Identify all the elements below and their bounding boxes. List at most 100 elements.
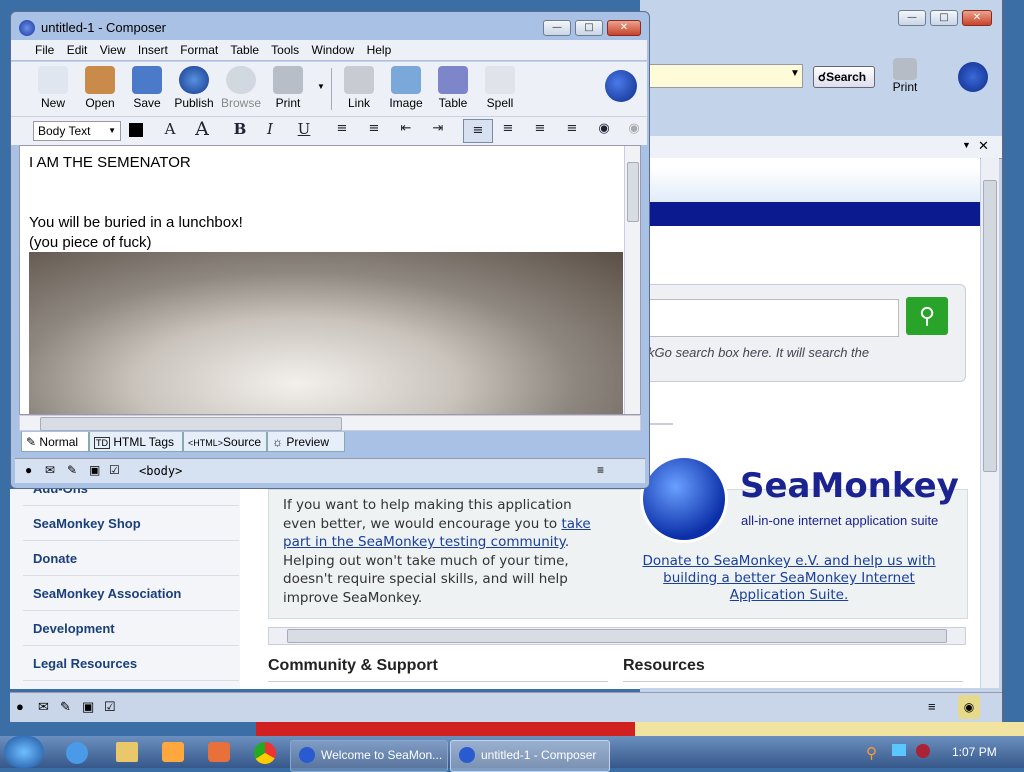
new-button[interactable]: New — [28, 66, 78, 110]
editor-scrollbar[interactable] — [624, 146, 640, 414]
align-right-icon[interactable]: ≡ — [527, 117, 553, 141]
doc-paragraph: You will be buried in a lunchbox! — [29, 214, 243, 231]
close-button[interactable]: ✕ — [962, 10, 992, 26]
link-icon — [344, 66, 374, 94]
indent-icon[interactable]: ⇥ — [425, 117, 451, 141]
table-button[interactable]: Table — [428, 66, 478, 110]
display-tray-icon[interactable] — [892, 744, 906, 756]
menu-file[interactable]: File — [35, 43, 54, 57]
menu-insert[interactable]: Insert — [138, 43, 168, 57]
chat-icon[interactable]: ☑ — [109, 463, 120, 477]
underline-icon[interactable]: U — [291, 117, 317, 141]
volume-tray-icon[interactable] — [916, 744, 930, 758]
align-center-icon[interactable]: ≡ — [495, 117, 521, 141]
editor-horizontal-scrollbar[interactable] — [19, 415, 641, 431]
insert-object-icon[interactable]: ◉ — [591, 117, 617, 141]
sidebar-item-shop[interactable]: SeaMonkey Shop — [23, 507, 239, 541]
tab-preview[interactable]: ☼ Preview — [267, 432, 345, 452]
spell-button[interactable]: Spell — [475, 66, 525, 110]
menu-window[interactable]: Window — [312, 43, 355, 57]
structure-toolbar-tag[interactable]: <body> — [139, 464, 182, 478]
print-button[interactable]: Print — [885, 58, 925, 94]
clock[interactable]: 1:07 PM — [952, 745, 997, 759]
close-button[interactable]: ✕ — [607, 20, 641, 36]
italic-icon[interactable]: I — [257, 117, 283, 141]
bold-icon[interactable]: B — [227, 117, 253, 141]
search-tray-icon[interactable]: ⚲ — [866, 744, 877, 762]
navigator-icon[interactable]: ● — [25, 463, 32, 477]
sidebar-item-legal[interactable]: Legal Resources — [23, 647, 239, 681]
tab-html-tags[interactable]: TD HTML Tags — [89, 432, 183, 452]
scrollbar[interactable] — [981, 158, 999, 688]
address-book-icon[interactable]: ▣ — [89, 463, 100, 477]
more-icon[interactable]: ◉ — [621, 117, 647, 141]
tab-list-icon[interactable]: ▼ — [962, 140, 971, 150]
menu-edit[interactable]: Edit — [67, 43, 88, 57]
search-icon[interactable]: ⚲ — [906, 297, 948, 335]
menu-format[interactable]: Format — [180, 43, 218, 57]
chat-icon[interactable]: ☑ — [104, 699, 116, 715]
tab-source[interactable]: <HTML>Source — [183, 432, 267, 452]
dropdown-icon[interactable]: ▼ — [790, 68, 800, 79]
chrome-icon[interactable] — [254, 742, 276, 764]
header-bar — [640, 202, 980, 226]
bullet-list-icon[interactable]: ≡ — [329, 117, 355, 141]
publish-button[interactable]: Publish — [169, 66, 219, 110]
mail-icon[interactable]: ✉ — [45, 463, 55, 477]
larger-font-icon[interactable]: A — [189, 117, 215, 141]
text-color-icon[interactable] — [129, 123, 143, 137]
browse-button[interactable]: Browse — [216, 66, 266, 110]
online-icon[interactable]: ≡ — [928, 699, 936, 714]
maximize-button[interactable]: □ — [930, 10, 958, 26]
mail-icon[interactable]: ✉ — [38, 699, 49, 715]
minimize-button[interactable]: — — [898, 10, 926, 26]
smaller-font-icon[interactable]: A — [157, 117, 183, 141]
search-button[interactable]: ☌Search — [813, 66, 875, 88]
navigator-icon[interactable]: ● — [16, 699, 24, 714]
address-book-icon[interactable]: ▣ — [82, 699, 94, 715]
tab-normal[interactable]: ✎ Normal — [21, 432, 89, 452]
search-input[interactable] — [640, 299, 899, 337]
taskbar-item-composer[interactable]: untitled-1 - Composer — [450, 740, 610, 772]
paint-icon[interactable] — [208, 742, 230, 762]
maximize-button[interactable]: □ — [575, 20, 603, 36]
composer-icon[interactable]: ✎ — [67, 463, 77, 477]
internet-explorer-icon[interactable] — [66, 742, 88, 764]
start-button[interactable] — [4, 736, 44, 768]
menu-table[interactable]: Table — [230, 43, 259, 57]
horizontal-scrollbar[interactable] — [268, 627, 966, 645]
print-dropdown-icon[interactable]: ▼ — [317, 82, 325, 91]
scrollbar-thumb[interactable] — [983, 180, 997, 472]
window-title: untitled-1 - Composer — [41, 20, 166, 35]
print-button[interactable]: Print — [263, 66, 313, 110]
paragraph-style-select[interactable]: Body Text ▼ — [33, 121, 121, 141]
sidebar-item-development[interactable]: Development — [23, 612, 239, 646]
composer-icon[interactable]: ✎ — [60, 699, 71, 715]
scrollbar-thumb[interactable] — [40, 417, 342, 431]
open-button[interactable]: Open — [75, 66, 125, 110]
minimize-button[interactable]: — — [543, 20, 571, 36]
media-player-icon[interactable] — [162, 742, 184, 762]
image-button[interactable]: Image — [381, 66, 431, 110]
online-icon[interactable]: ≡ — [597, 463, 604, 477]
folder-icon[interactable] — [116, 742, 138, 762]
justify-icon[interactable]: ≡ — [559, 117, 585, 141]
donate-link[interactable]: Donate to SeaMonkey e.V. and help us wit… — [642, 553, 935, 603]
menu-view[interactable]: View — [100, 43, 126, 57]
sidebar-item-association[interactable]: SeaMonkey Association — [23, 577, 239, 611]
save-button[interactable]: Save — [122, 66, 172, 110]
outdent-icon[interactable]: ⇤ — [393, 117, 419, 141]
menu-help[interactable]: Help — [367, 43, 392, 57]
taskbar-item-browser[interactable]: Welcome to SeaMon... — [290, 740, 448, 772]
link-button[interactable]: Link — [334, 66, 384, 110]
lock-icon: ◉ — [958, 695, 980, 719]
align-left-icon[interactable]: ≡ — [463, 119, 493, 143]
editor-area[interactable]: I AM THE SEMENATOR You will be buried in… — [19, 145, 641, 415]
scrollbar-thumb[interactable] — [287, 629, 947, 643]
close-tab-icon[interactable]: ✕ — [978, 138, 989, 154]
scrollbar-thumb[interactable] — [627, 162, 639, 222]
numbered-list-icon[interactable]: ≡ — [361, 117, 387, 141]
menu-tools[interactable]: Tools — [271, 43, 299, 57]
sidebar-item-donate[interactable]: Donate — [23, 542, 239, 576]
url-bar[interactable] — [640, 64, 803, 88]
